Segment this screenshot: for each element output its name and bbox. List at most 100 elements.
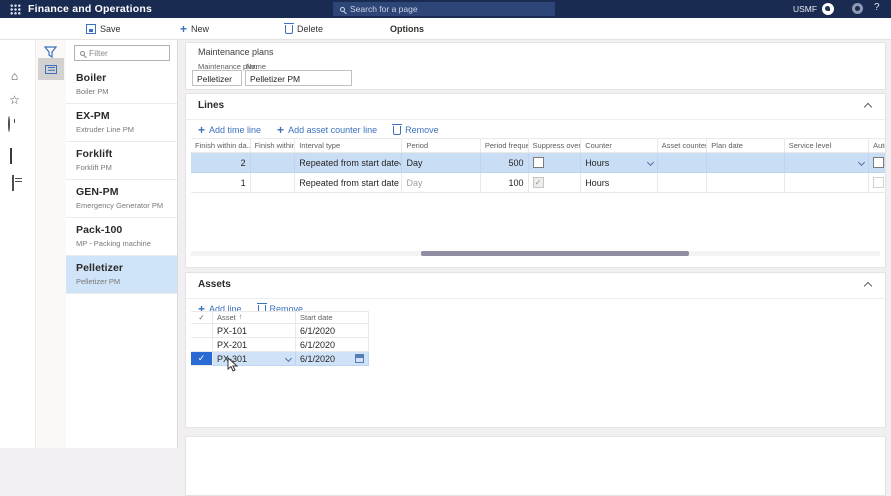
cell-interval-type[interactable]: Repeated from start date — [295, 173, 403, 193]
row-select-checkbox-checked[interactable]: ✓ — [191, 352, 213, 366]
list-item-gen-pm[interactable]: GEN-PM Emergency Generator PM — [66, 180, 177, 218]
col-auto[interactable]: Auto — [869, 138, 886, 153]
dropdown-chevron-icon[interactable] — [284, 354, 293, 363]
dropdown-chevron-icon[interactable] — [858, 158, 866, 167]
row-select-checkbox[interactable] — [191, 324, 213, 338]
plan-field-input[interactable]: Pelletizer — [192, 70, 242, 86]
list-view-icon — [45, 64, 57, 74]
dropdown-chevron-icon[interactable] — [646, 158, 654, 167]
cell-finish-hours[interactable] — [250, 153, 296, 173]
checkbox-unchecked[interactable] — [873, 157, 885, 168]
cell-start-date[interactable]: 6/1/2020 — [296, 324, 369, 338]
filter-input[interactable]: Filter — [74, 45, 170, 61]
add-time-line-button[interactable]: Add time line — [198, 125, 261, 135]
home-icon[interactable]: ⌂ — [8, 70, 21, 83]
company-selector[interactable]: USMF — [793, 4, 817, 14]
asset-row[interactable]: PX-201 6/1/2020 — [191, 338, 370, 352]
list-item-ex-pm[interactable]: EX-PM Extruder Line PM — [66, 104, 177, 142]
list-view-tab[interactable] — [38, 58, 64, 80]
notifications-bell-icon[interactable] — [822, 3, 834, 15]
assets-section-header[interactable]: Assets — [186, 273, 885, 299]
recent-clock-icon[interactable] — [8, 116, 10, 132]
collapse-chevron-icon[interactable] — [863, 102, 873, 112]
add-asset-counter-line-button[interactable]: Add asset counter line — [277, 125, 377, 135]
lines-section-title: Lines — [198, 100, 225, 111]
collapse-chevron-icon[interactable] — [863, 281, 873, 291]
list-item-pelletizer-selected[interactable]: Pelletizer Pelletizer PM — [66, 256, 177, 294]
lines-row[interactable]: 1 Repeated from start date Day 100 ✓ Hou… — [191, 173, 886, 193]
main-content: Maintenance plans Maintenance plan Name … — [178, 40, 891, 496]
workspaces-icon[interactable] — [10, 148, 12, 164]
options-button[interactable]: Options — [390, 22, 424, 36]
modules-list-icon[interactable] — [12, 175, 14, 191]
cell-suppress-overlap[interactable]: ✓ — [528, 173, 582, 193]
add-icon — [198, 125, 205, 135]
cell-service-level[interactable] — [784, 153, 870, 173]
col-suppress-overlap[interactable]: Suppress overl... — [528, 138, 582, 153]
col-interval-type[interactable]: Interval type — [295, 138, 403, 153]
calendar-icon[interactable] — [355, 354, 364, 363]
cell-asset-counter-type[interactable] — [657, 153, 708, 173]
col-finish-within-hours[interactable]: Finish within h... — [250, 138, 296, 153]
settings-gear-icon[interactable] — [852, 3, 863, 14]
help-icon[interactable]: ? — [874, 2, 880, 13]
assets-grid-header: ✓ Asset ↑ Start date — [191, 311, 370, 324]
list-item-forklift[interactable]: Forklift Forklift PM — [66, 142, 177, 180]
lines-section-header[interactable]: Lines — [186, 94, 885, 120]
col-plan-date[interactable]: Plan date — [707, 138, 785, 153]
select-all-checkmark-icon[interactable]: ✓ — [191, 311, 213, 324]
horizontal-scrollbar[interactable] — [191, 251, 880, 256]
cell-start-date[interactable]: 6/1/2020 — [296, 338, 369, 352]
row-select-checkbox[interactable] — [191, 338, 213, 352]
cell-auto[interactable] — [869, 153, 886, 173]
cell-asset-counter-type[interactable] — [657, 173, 708, 193]
new-button[interactable]: New — [180, 22, 209, 36]
col-asset[interactable]: Asset ↑ — [213, 311, 296, 324]
cell-plan-date[interactable] — [707, 173, 785, 193]
cell-suppress-overlap[interactable] — [528, 153, 582, 173]
list-item-pack-100[interactable]: Pack-100 MP - Packing machine — [66, 218, 177, 256]
list-item-title: Pack-100 — [76, 224, 123, 236]
cell-frequency[interactable]: 100 — [480, 173, 529, 193]
cell-asset[interactable]: PX-301 — [213, 352, 296, 366]
cell-interval-type[interactable]: Repeated from start date — [295, 153, 403, 173]
cell-finish-days[interactable]: 2 — [191, 153, 251, 173]
cell-auto[interactable] — [869, 173, 886, 193]
name-field-input[interactable]: Pelletizer PM — [245, 70, 352, 86]
list-item-title: GEN-PM — [76, 186, 119, 198]
favorites-star-icon[interactable]: ☆ — [8, 94, 21, 107]
global-search-input[interactable]: Search for a page — [333, 2, 555, 16]
cell-counter[interactable]: Hours — [581, 173, 658, 193]
col-start-date[interactable]: Start date — [296, 311, 369, 324]
col-period[interactable]: Period — [402, 138, 481, 153]
cell-service-level[interactable] — [784, 173, 870, 193]
global-search-placeholder: Search for a page — [350, 4, 418, 14]
checkbox-unchecked[interactable] — [532, 157, 544, 168]
cell-period[interactable]: Day — [402, 153, 481, 173]
col-period-frequency[interactable]: Period frequency — [480, 138, 529, 153]
cell-finish-days[interactable]: 1 — [191, 173, 251, 193]
col-service-level[interactable]: Service level — [784, 138, 870, 153]
list-item-boiler[interactable]: Boiler Boiler PM — [66, 66, 177, 104]
cell-counter[interactable]: Hours — [581, 153, 658, 173]
col-counter[interactable]: Counter — [581, 138, 658, 153]
col-asset-counter-type[interactable]: Asset counter ti... — [657, 138, 708, 153]
scrollbar-thumb[interactable] — [421, 251, 689, 256]
app-launcher-waffle-icon[interactable] — [10, 4, 21, 15]
lines-grid: Finish within da... Finish within h... I… — [191, 138, 886, 193]
save-button[interactable]: Save — [86, 22, 121, 36]
lines-remove-button[interactable]: Remove — [392, 123, 439, 135]
lines-row-selected[interactable]: 2 Repeated from start date Day 500 Hours — [191, 153, 886, 173]
cell-plan-date[interactable] — [707, 153, 785, 173]
delete-button[interactable]: Delete — [284, 22, 323, 36]
cell-period[interactable]: Day — [402, 173, 481, 193]
cell-asset[interactable]: PX-101 — [213, 324, 296, 338]
col-finish-within-days[interactable]: Finish within da... — [191, 138, 251, 153]
cell-start-date[interactable]: 6/1/2020 — [296, 352, 369, 366]
asset-row-selected[interactable]: ✓ PX-301 6/1/2020 — [191, 352, 370, 366]
cell-frequency[interactable]: 500 — [480, 153, 529, 173]
cell-finish-hours[interactable] — [250, 173, 296, 193]
start-date-value: 6/1/2020 — [300, 353, 336, 364]
asset-row[interactable]: PX-101 6/1/2020 — [191, 324, 370, 338]
cell-asset[interactable]: PX-201 — [213, 338, 296, 352]
